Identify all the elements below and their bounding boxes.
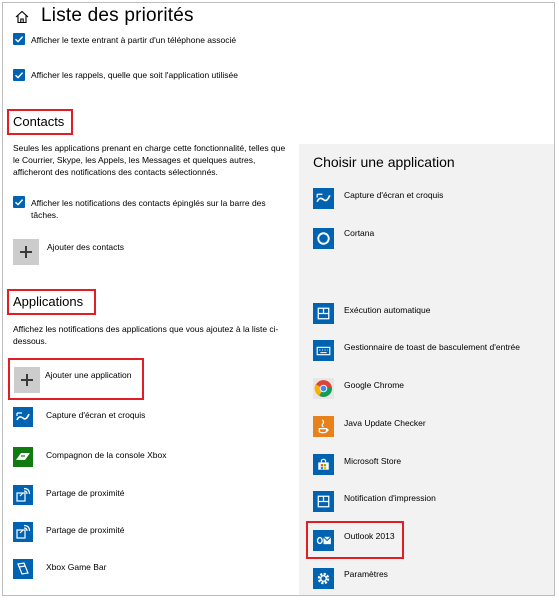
reminders-checkbox[interactable] [13, 69, 25, 81]
settings-gear-icon [313, 568, 334, 589]
proximity-sharing-icon [13, 522, 33, 542]
list-item[interactable]: Capture d'écran et croquis [46, 409, 145, 421]
applications-description-1: Affichez les notifications des applicati… [13, 324, 279, 334]
chrome-icon [313, 378, 334, 399]
check-icon [15, 199, 24, 206]
add-contacts-button[interactable] [13, 239, 39, 265]
home-icon[interactable] [15, 10, 29, 24]
list-item[interactable]: Xbox Game Bar [46, 561, 106, 573]
choose-application-panel: Choisir une application Capture d'écran … [299, 144, 554, 595]
chooser-item[interactable]: Cortana [344, 227, 374, 239]
list-item[interactable]: Partage de proximité [46, 524, 124, 536]
snip-sketch-icon [313, 188, 334, 209]
chooser-item[interactable]: Gestionnaire de toast de basculement d'e… [344, 341, 520, 353]
contacts-description-1: Seules les applications prenant en charg… [13, 143, 286, 153]
page-title: Liste des priorités [41, 5, 194, 26]
add-contacts-label[interactable]: Ajouter des contacts [47, 241, 124, 253]
chooser-item[interactable]: Notification d'impression [344, 492, 436, 504]
panel-title: Choisir une application [313, 154, 455, 170]
notifications-window: Liste des priorités Afficher le texte en… [2, 2, 555, 596]
list-item[interactable]: Partage de proximité [46, 487, 124, 499]
autoplay-icon [313, 303, 334, 324]
chooser-item[interactable]: Google Chrome [344, 379, 404, 391]
contacts-description-2: le Courrier, Skype, les Appels, les Mess… [13, 155, 256, 165]
chooser-item[interactable]: Java Update Checker [344, 417, 426, 429]
text-phone-checkbox[interactable] [13, 33, 25, 45]
chooser-item[interactable]: Paramètres [344, 568, 388, 580]
print-notification-icon [313, 491, 334, 512]
contacts-description-3: afficheront des notifications des contac… [13, 167, 218, 177]
list-item[interactable]: Compagnon de la console Xbox [46, 449, 167, 461]
xbox-console-icon [13, 447, 33, 467]
store-icon [313, 454, 334, 475]
text-phone-label: Afficher le texte entrant à partir d'un … [31, 35, 237, 45]
pinned-contacts-label-1: Afficher les notifications des contacts … [31, 198, 266, 208]
outlook-icon [313, 530, 334, 551]
pinned-contacts-checkbox[interactable] [13, 196, 25, 208]
java-icon [313, 416, 334, 437]
chooser-item[interactable]: Outlook 2013 [344, 530, 395, 542]
add-application-label[interactable]: Ajouter une application [45, 369, 131, 381]
cortana-icon [313, 228, 334, 249]
chooser-item[interactable]: Exécution automatique [344, 304, 430, 316]
check-icon [15, 72, 24, 79]
check-icon [15, 36, 24, 43]
add-application-button[interactable] [14, 367, 40, 393]
snip-sketch-icon [13, 407, 33, 427]
contacts-heading: Contacts [13, 114, 65, 129]
pinned-contacts-label-2: tâches. [31, 210, 59, 220]
applications-description-2: dessous. [13, 336, 48, 346]
chooser-item[interactable]: Capture d'écran et croquis [344, 189, 443, 201]
applications-heading: Applications [13, 294, 84, 309]
reminders-label: Afficher les rappels, quelle que soit l'… [31, 70, 239, 80]
input-switch-icon [313, 340, 334, 361]
game-bar-icon [13, 559, 33, 579]
proximity-sharing-icon [13, 485, 33, 505]
chooser-item[interactable]: Microsoft Store [344, 455, 401, 467]
